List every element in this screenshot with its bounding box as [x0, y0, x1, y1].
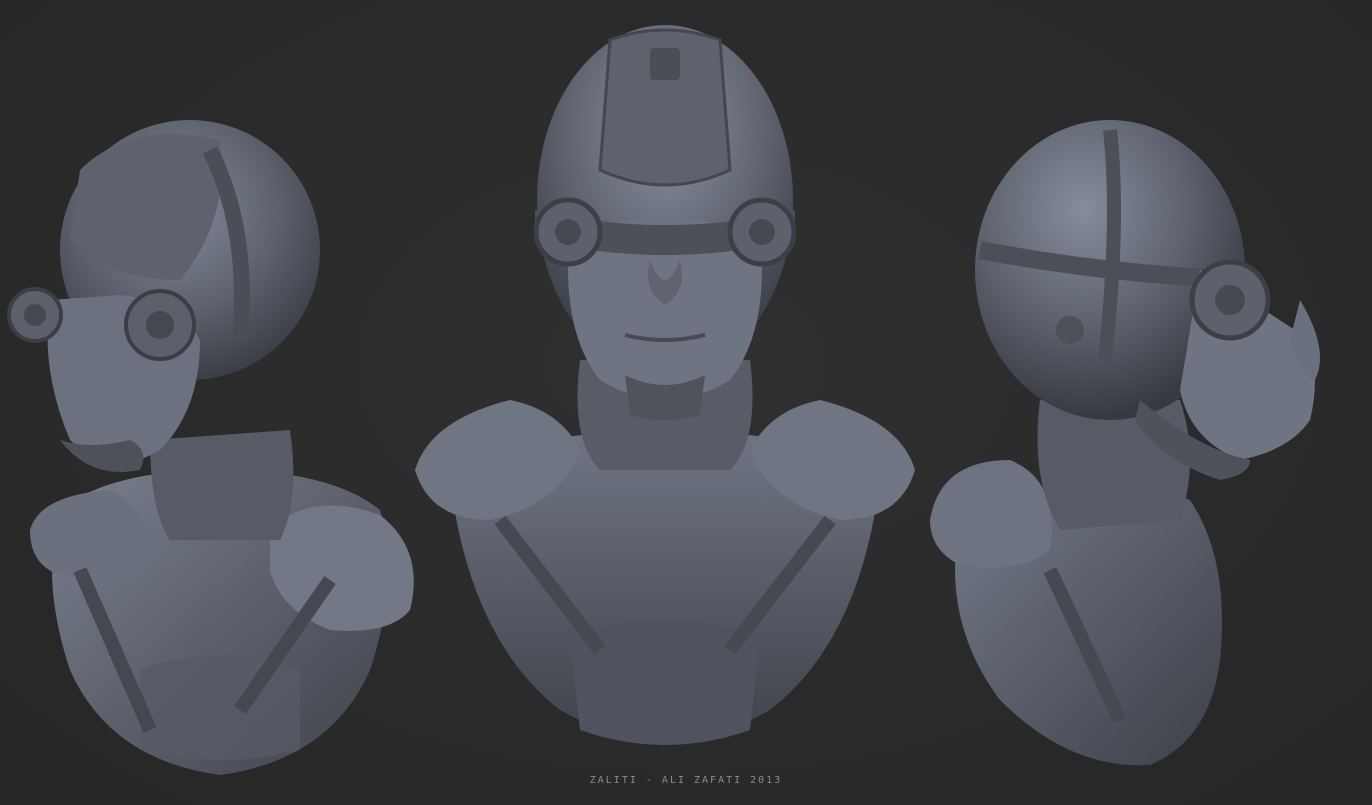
artist-caption: ZALITI - ALI ZAFATI 2013: [589, 775, 783, 786]
chest-panel: [140, 655, 300, 760]
render-canvas: ZALITI - ALI ZAFATI 2013: [0, 0, 1372, 805]
shoulder-pad: [930, 460, 1052, 568]
bust-left-svg: [7, 120, 414, 775]
bust-center-svg: [415, 25, 915, 745]
bust-right-svg: [930, 120, 1320, 766]
neck: [150, 430, 294, 540]
bust-front: [410, 0, 920, 760]
ear-disc: [1056, 316, 1084, 344]
chin-guard: [60, 440, 144, 472]
helmet-slot: [650, 48, 680, 80]
bust-three-quarter-left: [0, 110, 440, 780]
bust-profile-right: [920, 100, 1372, 780]
